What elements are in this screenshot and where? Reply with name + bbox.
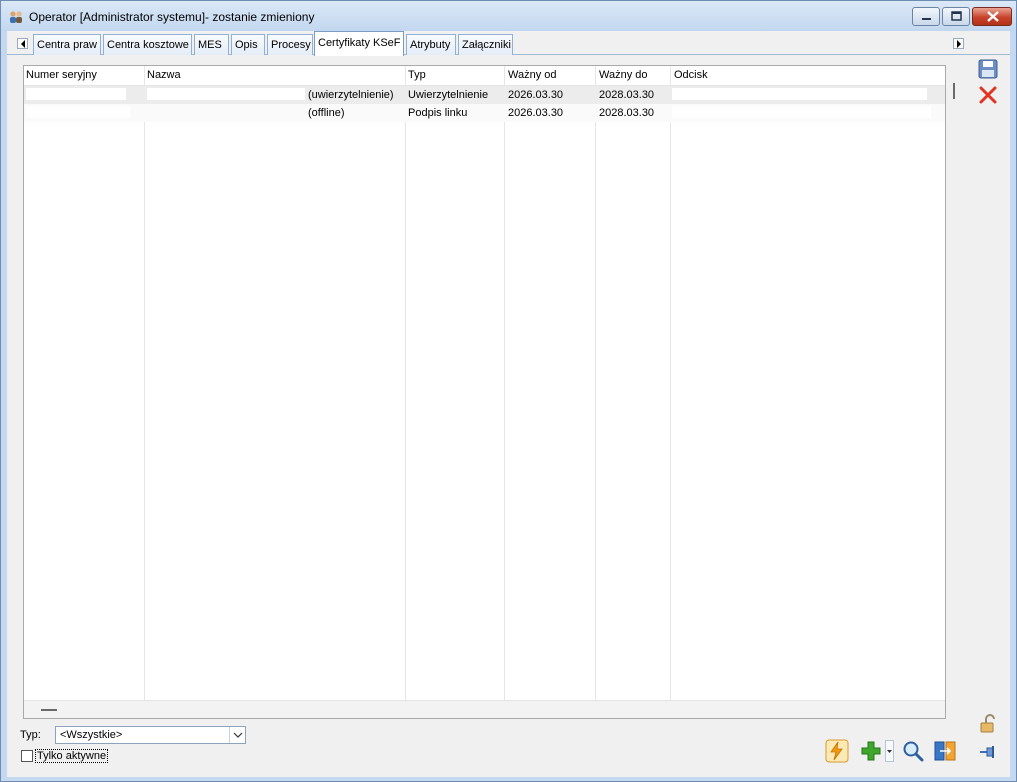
delete-icon xyxy=(977,86,999,109)
type-filter-select[interactable]: <Wszystkie> xyxy=(55,726,246,744)
column-header-valid-from[interactable]: Ważny od xyxy=(508,69,557,81)
column-header-type[interactable]: Typ xyxy=(408,69,426,81)
redacted-serial xyxy=(26,88,126,100)
horizontal-scrollbar[interactable] xyxy=(41,709,57,711)
lightning-icon xyxy=(825,739,849,766)
cell-valid-from: 2026.03.30 xyxy=(508,89,564,101)
add-dropdown-arrow[interactable] xyxy=(885,740,894,762)
redacted-name xyxy=(147,88,305,100)
search-icon xyxy=(901,741,925,766)
lock-button[interactable] xyxy=(977,713,999,735)
cell-type: Podpis linku xyxy=(408,107,468,119)
cell-type: Uwierzytelnienie xyxy=(408,89,489,101)
cell-valid-to: 2028.03.30 xyxy=(599,107,655,119)
save-icon xyxy=(977,59,999,83)
search-button[interactable] xyxy=(901,739,925,763)
redacted-fingerprint xyxy=(672,106,931,118)
maximize-button[interactable] xyxy=(942,7,970,26)
minimize-button[interactable] xyxy=(912,7,940,26)
column-divider xyxy=(595,66,596,700)
column-divider xyxy=(670,66,671,700)
grid-header: Numer seryjny Nazwa Typ Ważny od Ważny d… xyxy=(24,66,945,86)
client-area: Centra praw Centra kosztowe MES Opis Pro… xyxy=(7,31,1010,777)
add-button[interactable] xyxy=(859,739,883,763)
users-icon xyxy=(8,10,24,24)
tab-opis[interactable]: Opis xyxy=(231,34,265,55)
lightning-button[interactable] xyxy=(825,739,849,763)
certificates-grid: Numer seryjny Nazwa Typ Ważny od Ważny d… xyxy=(23,65,955,719)
column-divider xyxy=(504,66,505,700)
column-divider xyxy=(405,66,406,700)
column-header-name[interactable]: Nazwa xyxy=(147,69,181,81)
table-row[interactable]: (offline) Podpis linku 2026.03.30 2028.0… xyxy=(24,104,945,122)
redacted-fingerprint xyxy=(672,88,927,100)
certificates-panel: Numer seryjny Nazwa Typ Ważny od Ważny d… xyxy=(7,55,1010,777)
column-divider xyxy=(144,66,145,700)
tab-certyfikaty-ksef[interactable]: Certyfikaty KSeF xyxy=(314,31,404,56)
column-header-fingerprint[interactable]: Odcisk xyxy=(674,69,708,81)
save-button[interactable] xyxy=(977,58,999,80)
only-active-checkbox[interactable] xyxy=(21,750,33,762)
cell-valid-from: 2026.03.30 xyxy=(508,107,564,119)
horizontal-scroll-area xyxy=(24,700,945,718)
cell-name: (offline) xyxy=(308,107,345,119)
tab-centra-kosztowe[interactable]: Centra kosztowe xyxy=(103,34,192,55)
type-filter-label: Typ: xyxy=(20,729,41,741)
title-bar: Operator [Administrator systemu]- zostan… xyxy=(1,1,1016,31)
vertical-scrollbar[interactable] xyxy=(953,83,955,99)
type-filter-value: <Wszystkie> xyxy=(60,729,123,741)
tab-scroll-left-arrow-icon[interactable] xyxy=(17,38,28,49)
cell-valid-to: 2028.03.30 xyxy=(599,89,655,101)
window-title: Operator [Administrator systemu]- zostan… xyxy=(29,10,315,24)
tab-procesy[interactable]: Procesy xyxy=(267,34,313,55)
operator-window: Operator [Administrator systemu]- zostan… xyxy=(0,0,1017,782)
add-icon xyxy=(859,741,883,766)
swap-button[interactable] xyxy=(933,739,957,763)
redacted-serial xyxy=(26,106,130,118)
tab-strip: Centra praw Centra kosztowe MES Opis Pro… xyxy=(7,31,1010,56)
tab-scroll-right-arrow-icon[interactable] xyxy=(953,38,964,49)
pin-icon xyxy=(977,746,999,766)
delete-button[interactable] xyxy=(977,84,999,106)
column-header-valid-to[interactable]: Ważny do xyxy=(599,69,648,81)
cell-name: (uwierzytelnienie) xyxy=(308,89,394,101)
only-active-label[interactable]: Tylko aktywne xyxy=(35,749,109,763)
table-row[interactable]: (uwierzytelnienie) Uwierzytelnienie 2026… xyxy=(24,86,945,104)
chevron-down-icon[interactable] xyxy=(229,727,245,743)
column-header-serial[interactable]: Numer seryjny xyxy=(26,69,97,81)
tab-mes[interactable]: MES xyxy=(194,34,229,55)
tab-atrybuty[interactable]: Atrybuty xyxy=(406,34,456,55)
lock-icon xyxy=(977,714,999,738)
swap-icon xyxy=(933,741,957,766)
close-button[interactable] xyxy=(972,7,1012,26)
tab-zalaczniki[interactable]: Załączniki xyxy=(458,34,513,55)
pin-button[interactable] xyxy=(977,741,999,763)
tab-centra-praw[interactable]: Centra praw xyxy=(33,34,101,55)
